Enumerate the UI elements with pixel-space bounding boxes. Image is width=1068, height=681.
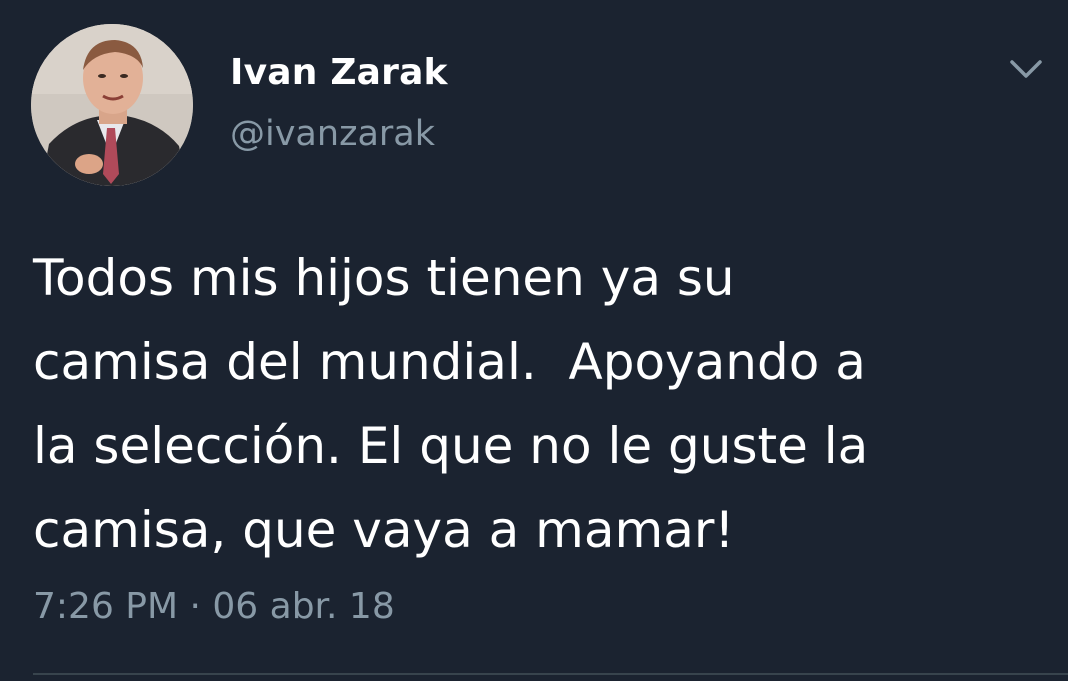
tweet-menu-button[interactable] (1004, 52, 1048, 86)
tweet-text: Todos mis hijos tienen ya su camisa del … (33, 249, 869, 559)
display-name[interactable]: Ivan Zarak (230, 52, 448, 93)
chevron-down-icon (1010, 60, 1042, 78)
tweet-timestamp[interactable]: 7:26 PM · 06 abr. 18 (33, 586, 395, 627)
user-handle[interactable]: @ivanzarak (230, 114, 435, 154)
divider (33, 673, 1068, 675)
avatar[interactable] (31, 24, 193, 186)
tweet-card: Ivan Zarak @ivanzarak Todos mis hijos ti… (0, 0, 1068, 681)
avatar-photo-icon (31, 24, 193, 186)
